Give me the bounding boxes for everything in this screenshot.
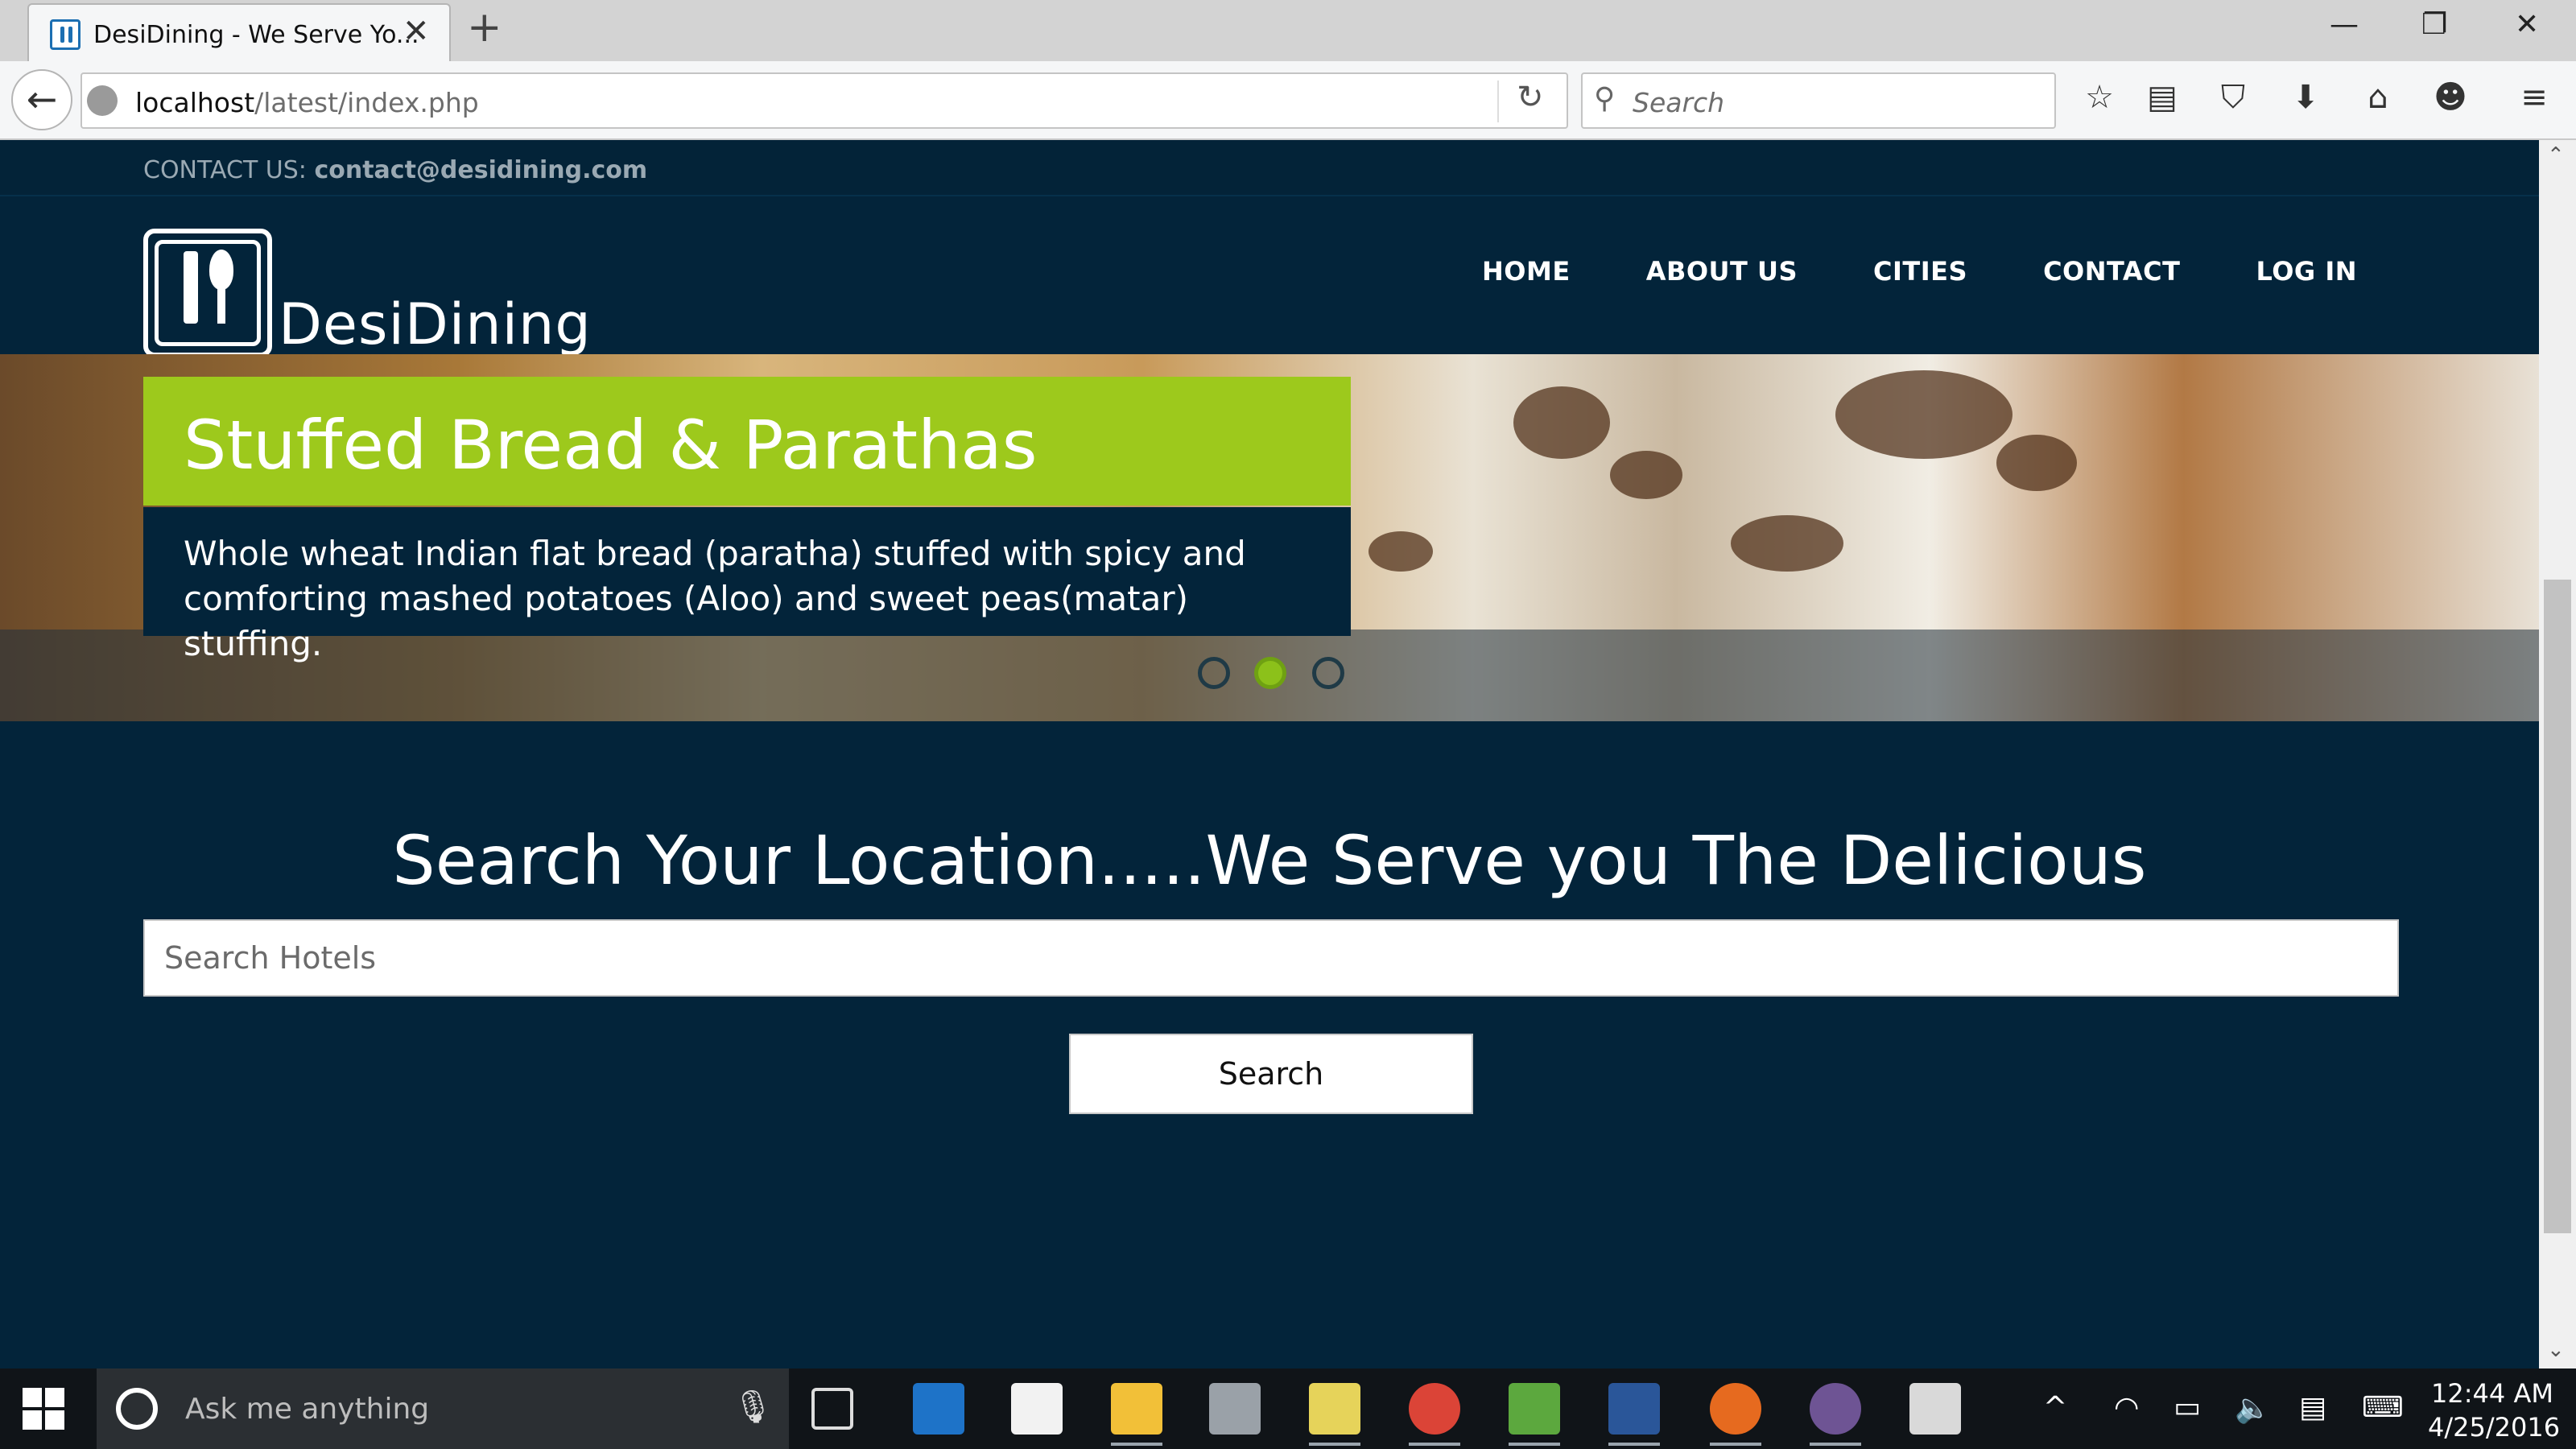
file-explorer-icon[interactable] — [1111, 1383, 1162, 1446]
image-detail — [1996, 435, 2077, 491]
page-scrollbar[interactable]: ⌃ ⌄ — [2539, 140, 2576, 1368]
nav-contact[interactable]: CONTACT — [2043, 256, 2180, 287]
image-detail — [1513, 386, 1610, 459]
windows-start-icon[interactable] — [23, 1388, 64, 1430]
volume-icon[interactable]: 🔈 — [2235, 1391, 2271, 1425]
slider-dot-1[interactable] — [1198, 657, 1230, 689]
sticky-notes-icon[interactable] — [1309, 1383, 1360, 1446]
contact-line: CONTACT US: contact@desidining.com — [143, 156, 647, 184]
scroll-down-icon[interactable]: ⌄ — [2547, 1338, 2565, 1362]
close-window-icon[interactable]: ✕ — [2515, 8, 2539, 41]
brand-name[interactable]: DesiDining — [279, 291, 592, 357]
cortana-search-box[interactable]: Ask me anything 🎙 — [97, 1368, 789, 1449]
slider-dot-3[interactable] — [1312, 657, 1344, 689]
nav-home[interactable]: HOME — [1482, 256, 1571, 287]
search-button[interactable]: Search — [1069, 1034, 1473, 1114]
nav-log-in[interactable]: LOG IN — [2256, 256, 2357, 287]
browser-tab[interactable]: DesiDining - We Serve Yo... ✕ — [27, 3, 451, 61]
wifi-icon[interactable]: ◠ — [2114, 1391, 2139, 1424]
browser-nav-bar: ← localhost/latest/index.php ↻ ⚲ Search … — [0, 61, 2576, 140]
firefox-icon[interactable] — [1710, 1383, 1761, 1446]
reload-icon[interactable]: ↻ — [1517, 79, 1544, 116]
chrome-icon[interactable] — [1409, 1383, 1460, 1446]
start-pane — [23, 1388, 42, 1407]
chat-icon[interactable]: ☻ — [2429, 79, 2471, 116]
clock-time: 12:44 AM — [2431, 1378, 2553, 1409]
image-detail — [1731, 515, 1843, 572]
globe-icon — [87, 85, 118, 116]
browser-tab-bar: DesiDining - We Serve Yo... ✕ + — ❐ ✕ — [0, 0, 2576, 61]
search-icon: ⚲ — [1594, 82, 1616, 115]
url-host: localhost — [135, 87, 255, 118]
task-view-icon[interactable] — [811, 1388, 853, 1430]
keyboard-icon[interactable]: ⌨ — [2362, 1391, 2404, 1424]
search-heading: Search Your Location.....We Serve you Th… — [392, 821, 2147, 900]
site-favicon-icon — [50, 19, 80, 50]
minimize-icon[interactable]: — — [2330, 8, 2359, 41]
download-icon[interactable]: ⬇ — [2285, 79, 2326, 116]
start-pane — [45, 1410, 64, 1430]
pocket-icon[interactable]: ⛉ — [2212, 79, 2254, 116]
scrollbar-thumb[interactable] — [2544, 580, 2571, 1233]
close-tab-icon[interactable]: ✕ — [402, 13, 430, 50]
nav-cities[interactable]: CITIES — [1873, 256, 1967, 287]
logo-frame — [155, 240, 261, 346]
slide-description-box: Whole wheat Indian flat bread (paratha) … — [143, 507, 1351, 663]
app-icon[interactable] — [1209, 1383, 1261, 1435]
battery-icon[interactable]: ▭ — [2174, 1391, 2201, 1424]
address-bar[interactable]: localhost/latest/index.php ↻ — [80, 72, 1568, 129]
url-path: /latest/index.php — [254, 87, 479, 118]
back-arrow-icon[interactable]: ← — [11, 69, 72, 130]
browser-search-placeholder: Search — [1633, 87, 1725, 118]
github-icon[interactable] — [1810, 1383, 1861, 1446]
site-logo[interactable] — [143, 229, 272, 357]
home-icon[interactable]: ⌂ — [2357, 79, 2399, 116]
main-nav: HOME ABOUT US CITIES CONTACT LOG IN — [1482, 256, 2357, 287]
web-page: CONTACT US: contact@desidining.com DesiD… — [0, 140, 2539, 1368]
cortana-placeholder: Ask me anything — [185, 1393, 430, 1426]
word-icon[interactable] — [1608, 1383, 1660, 1446]
cortana-icon — [116, 1388, 158, 1430]
contact-label: CONTACT US: — [143, 156, 307, 184]
clock-date: 4/25/2016 — [2428, 1412, 2561, 1443]
browser-search-box[interactable]: ⚲ Search — [1581, 72, 2056, 129]
slide-description: Whole wheat Indian flat bread (paratha) … — [184, 534, 1246, 663]
search-hotels-input[interactable] — [143, 919, 2399, 997]
system-clock[interactable]: 12:44 AM 4/25/2016 — [2428, 1377, 2561, 1444]
edge-icon[interactable] — [913, 1383, 964, 1435]
slide-title-box: Stuffed Bread & Parathas — [143, 377, 1351, 506]
divider — [1497, 80, 1499, 122]
bookmark-star-icon[interactable]: ☆ — [2079, 79, 2120, 116]
image-detail — [1835, 370, 2013, 459]
menu-icon[interactable]: ≡ — [2513, 79, 2555, 116]
fork-icon — [184, 251, 198, 324]
spoon-handle — [217, 282, 225, 324]
contact-email-link[interactable]: contact@desidining.com — [314, 156, 647, 184]
contact-strip: CONTACT US: contact@desidining.com — [0, 140, 2539, 196]
windows-taskbar: Ask me anything 🎙 ^ ◠ ▭ 🔈 ▤ ⌨ 12:44 AM 4… — [0, 1368, 2576, 1449]
start-pane — [45, 1388, 64, 1407]
paint-icon[interactable] — [1909, 1383, 1961, 1435]
reading-list-icon[interactable]: ▤ — [2141, 79, 2183, 116]
image-editor-icon[interactable] — [1509, 1383, 1560, 1446]
slider-dot-2[interactable] — [1254, 657, 1286, 689]
image-detail — [1610, 451, 1682, 499]
restore-icon[interactable]: ❐ — [2421, 8, 2447, 41]
notifications-icon[interactable]: ▤ — [2299, 1391, 2326, 1424]
microphone-icon[interactable]: 🎙 — [733, 1388, 774, 1426]
new-tab-icon[interactable]: + — [467, 3, 502, 52]
store-icon[interactable] — [1011, 1383, 1063, 1435]
start-pane — [23, 1410, 42, 1430]
tab-title: DesiDining - We Serve Yo... — [93, 21, 419, 49]
chevron-up-icon[interactable]: ^ — [2043, 1391, 2067, 1424]
slide-title: Stuffed Bread & Parathas — [184, 406, 1038, 485]
scroll-up-icon[interactable]: ⌃ — [2547, 143, 2565, 167]
nav-about-us[interactable]: ABOUT US — [1646, 256, 1798, 287]
url-text: localhost/latest/index.php — [135, 87, 479, 118]
image-detail — [1368, 531, 1433, 572]
